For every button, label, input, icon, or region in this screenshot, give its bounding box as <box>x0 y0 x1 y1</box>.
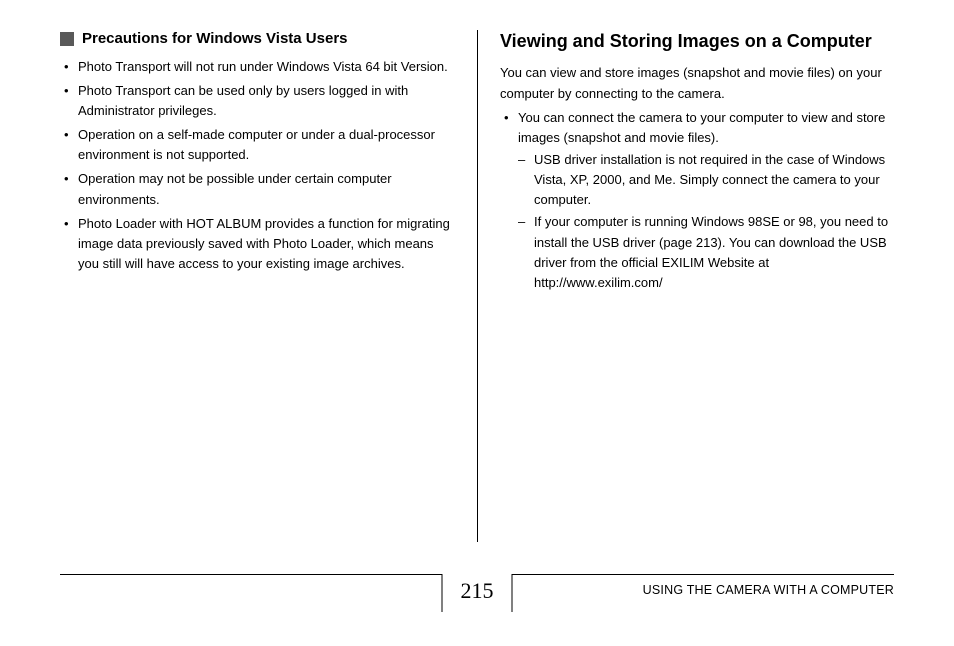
left-bullet-list: Photo Transport will not run under Windo… <box>60 57 455 274</box>
list-item: Operation on a self-made computer or und… <box>60 125 455 165</box>
dash-sublist: USB driver installation is not required … <box>518 150 894 293</box>
bullet-text: You can connect the camera to your compu… <box>518 110 885 145</box>
list-item: USB driver installation is not required … <box>518 150 894 210</box>
list-item: Photo Transport will not run under Windo… <box>60 57 455 77</box>
subheading-row: Precautions for Windows Vista Users <box>60 30 455 49</box>
list-item: If your computer is running Windows 98SE… <box>518 212 894 293</box>
right-heading: Viewing and Storing Images on a Computer <box>500 30 894 53</box>
list-item: You can connect the camera to your compu… <box>500 108 894 293</box>
manual-page: Precautions for Windows Vista Users Phot… <box>0 0 954 646</box>
square-bullet-icon <box>60 32 74 46</box>
left-subheading: Precautions for Windows Vista Users <box>82 30 348 49</box>
left-column: Precautions for Windows Vista Users Phot… <box>60 30 477 542</box>
footer-section-label: USING THE CAMERA WITH A COMPUTER <box>643 583 894 597</box>
list-item: Photo Transport can be used only by user… <box>60 81 455 121</box>
two-column-layout: Precautions for Windows Vista Users Phot… <box>0 0 954 542</box>
footer-row: 215 USING THE CAMERA WITH A COMPUTER <box>60 575 894 623</box>
page-number: 215 <box>442 574 513 612</box>
right-bullet-list: You can connect the camera to your compu… <box>500 108 894 293</box>
right-intro-text: You can view and store images (snapshot … <box>500 63 894 103</box>
list-item: Operation may not be possible under cert… <box>60 169 455 209</box>
list-item: Photo Loader with HOT ALBUM provides a f… <box>60 214 455 274</box>
right-column: Viewing and Storing Images on a Computer… <box>477 30 894 542</box>
page-footer: 215 USING THE CAMERA WITH A COMPUTER <box>60 574 894 622</box>
